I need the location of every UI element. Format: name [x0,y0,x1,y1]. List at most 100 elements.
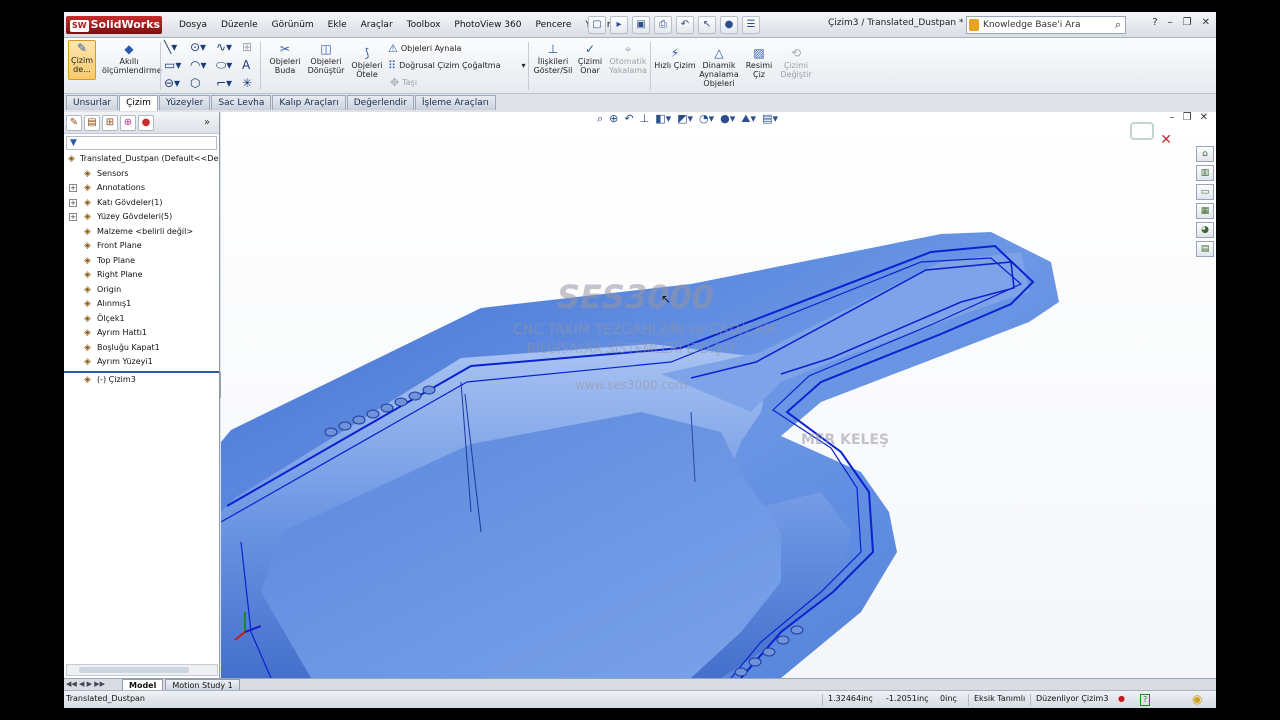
property-manager-icon[interactable]: ▤ [84,115,100,131]
polygon-icon[interactable]: ⬡ [190,76,200,90]
viewport-restore-button[interactable]: ❐ [1183,112,1192,123]
expand-icon[interactable]: + [69,198,77,207]
undo-icon[interactable]: ↶ [676,16,694,34]
offset-button[interactable]: ⟆ Objeleri Ötele [350,46,384,86]
section-view-icon[interactable]: ⊥ [640,112,650,126]
smart-dimension-button[interactable]: ◆ Akıllı ölçümlendirme [102,42,162,82]
menu-item[interactable]: Görünüm [265,18,321,32]
trim-button[interactable]: ✂ Objeleri Buda [266,42,304,82]
options-icon[interactable]: ☰ [742,16,760,34]
edit-appearance-icon[interactable]: ●▾ [720,112,735,126]
close-button[interactable]: ✕ [1202,17,1210,28]
text-icon[interactable]: A [242,58,250,72]
tree-item[interactable]: ◈ Ayrım Hattı1 [64,326,219,341]
expand-icon[interactable]: + [69,213,77,221]
tree-item[interactable]: ◈ Ayrım Yüzeyi1 [64,355,219,370]
dynamic-mirror-button[interactable]: △ Dinamik Aynalama Objeleri [698,46,740,94]
dimxpert-icon[interactable]: ⊕ [120,115,136,131]
tab-y-zeyler[interactable]: Yüzeyler [158,95,211,110]
search-icon[interactable]: ⌕ [1115,17,1121,33]
line-icon[interactable]: ╲▾ [164,40,177,54]
help-status-icon[interactable]: ? [1140,694,1151,706]
repair-sketch-button[interactable]: ✓ Çizimi Onar [576,42,604,82]
tree-root[interactable]: ◈ Translated_Dustpan (Default<<De [64,152,219,167]
tree-item[interactable]: ◈ Right Plane [64,268,219,283]
view-orientation-icon[interactable]: ◧▾ [655,112,671,126]
circle-icon[interactable]: ⊙▾ [190,40,206,54]
sketch-button[interactable]: ✎ Çizim de... [68,40,96,80]
sketch-picture-button[interactable]: ▨ Resimi Çiz [742,46,776,86]
viewport-minimize-button[interactable]: – [1170,112,1175,123]
home-icon[interactable]: ⌂ [1196,146,1214,162]
apply-scene-icon[interactable]: ⛰▾ [741,112,756,126]
menu-item[interactable]: PhotoView 360 [447,18,528,32]
convert-button[interactable]: ◫ Objeleri Dönüştür [306,42,346,82]
custom-properties-icon[interactable]: ▤ [1196,241,1214,257]
tree-item[interactable]: ◈ Ölçek1 [64,312,219,327]
point-icon[interactable]: ✳ [242,76,252,90]
display-style-icon[interactable]: ◩▾ [677,112,693,126]
tab-unsurlar[interactable]: Unsurlar [66,95,119,110]
menu-item[interactable]: Pencere [528,18,578,32]
tree-item[interactable]: ◈ Alınmış1 [64,297,219,312]
save-icon[interactable]: ▣ [632,16,650,34]
tree-item[interactable]: + ◈ Annotations [64,181,219,196]
horizontal-scrollbar[interactable] [66,664,218,676]
bottom-tab-model[interactable]: Model [122,679,164,690]
quick-tips-icon[interactable]: ◉ [1192,691,1202,707]
appearances-icon[interactable]: ◕ [1196,222,1214,238]
minimize-button[interactable]: – [1168,17,1173,28]
tab-sac-levha[interactable]: Sac Levha [211,95,272,110]
view-settings-icon[interactable]: ▤▾ [762,112,778,126]
tree-item[interactable]: ◈ Malzeme <belirli değil> [64,225,219,240]
tree-item[interactable]: + ◈ Katı Gövdeler(1) [64,196,219,211]
display-manager-icon[interactable]: ● [138,115,154,131]
configuration-icon[interactable]: ⊞ [102,115,118,131]
expand-icon[interactable]: + [69,184,77,192]
slot-icon[interactable]: ⊖▾ [164,76,180,90]
menu-item[interactable]: Araçlar [354,18,400,32]
file-explorer-icon[interactable]: ▭ [1196,184,1214,200]
rebuild-status-icon[interactable]: ● [1118,691,1125,707]
chevron-right-icon[interactable]: » [199,116,215,132]
menu-item[interactable]: Ekle [321,18,354,32]
ellipse-icon[interactable]: ⬭▾ [216,58,232,72]
design-library-icon[interactable]: ▥ [1196,165,1214,181]
mirror-button[interactable]: ⚠ Objeleri Aynala [388,42,461,55]
print-icon[interactable]: ⎙ [654,16,672,34]
modify-sketch-button[interactable]: ⟲ Çizimi Değiştir [778,46,814,86]
tree-item[interactable]: ◈ Boşluğu Kapat1 [64,341,219,356]
tree-item[interactable]: ◈ (-) Çizim3 [64,373,219,388]
tab-i-leme-ara-lar-[interactable]: İşleme Araçları [414,95,496,110]
rebuild-icon[interactable]: ● [720,16,738,34]
move-button[interactable]: ✥ Taşı [390,76,417,89]
graphics-viewport[interactable]: SES3000 CNC TAKIM TEZGAHLARI ve CAD/CAM … [221,112,1216,678]
scrollbar-thumb[interactable] [79,667,189,673]
bottom-tab-motion-study-1[interactable]: Motion Study 1 [165,679,240,690]
feature-tree-icon[interactable]: ✎ [66,115,82,131]
tree-item[interactable]: ◈ Top Plane [64,254,219,269]
fillet-icon[interactable]: ⌐▾ [216,76,232,90]
restore-button[interactable]: ❐ [1183,17,1192,28]
tree-item[interactable]: ◈ Front Plane [64,239,219,254]
help-icon[interactable]: ? [1152,17,1157,28]
linear-pattern-button[interactable]: ⠿ Doğrusal Çizim Çoğaltma ▾ [388,59,526,72]
search-input[interactable]: Knowledge Base'i Ara ⌕ [966,16,1126,34]
cancel-sketch-icon[interactable]: ✕ [1160,132,1172,148]
menu-item[interactable]: Dosya [172,18,214,32]
tab-scroll-arrows[interactable]: ◀◀ ◀ ▶ ▶▶ [66,679,122,690]
solidworks-logo[interactable]: SW SolidWorks [66,16,162,34]
hide-show-icon[interactable]: ◔▾ [699,112,714,126]
menu-item[interactable]: Düzenle [214,18,265,32]
viewport-close-button[interactable]: ✕ [1200,112,1208,123]
auto-snap-button[interactable]: ⌖ Otomatik Yakalama [608,42,648,82]
tab--izim[interactable]: Çizim [119,95,158,111]
previous-view-icon[interactable]: ↶ [624,112,633,126]
new-doc-icon[interactable]: ▢ [588,16,606,34]
menu-item[interactable]: Toolbox [400,18,448,32]
tree-filter-input[interactable]: ▼ [66,136,217,150]
dustpan-model[interactable] [221,112,1216,678]
open-icon[interactable]: ▸ [610,16,628,34]
tab-de-erlendir[interactable]: Değerlendir [346,95,414,110]
zoom-fit-icon[interactable]: ⌕ [597,112,603,126]
